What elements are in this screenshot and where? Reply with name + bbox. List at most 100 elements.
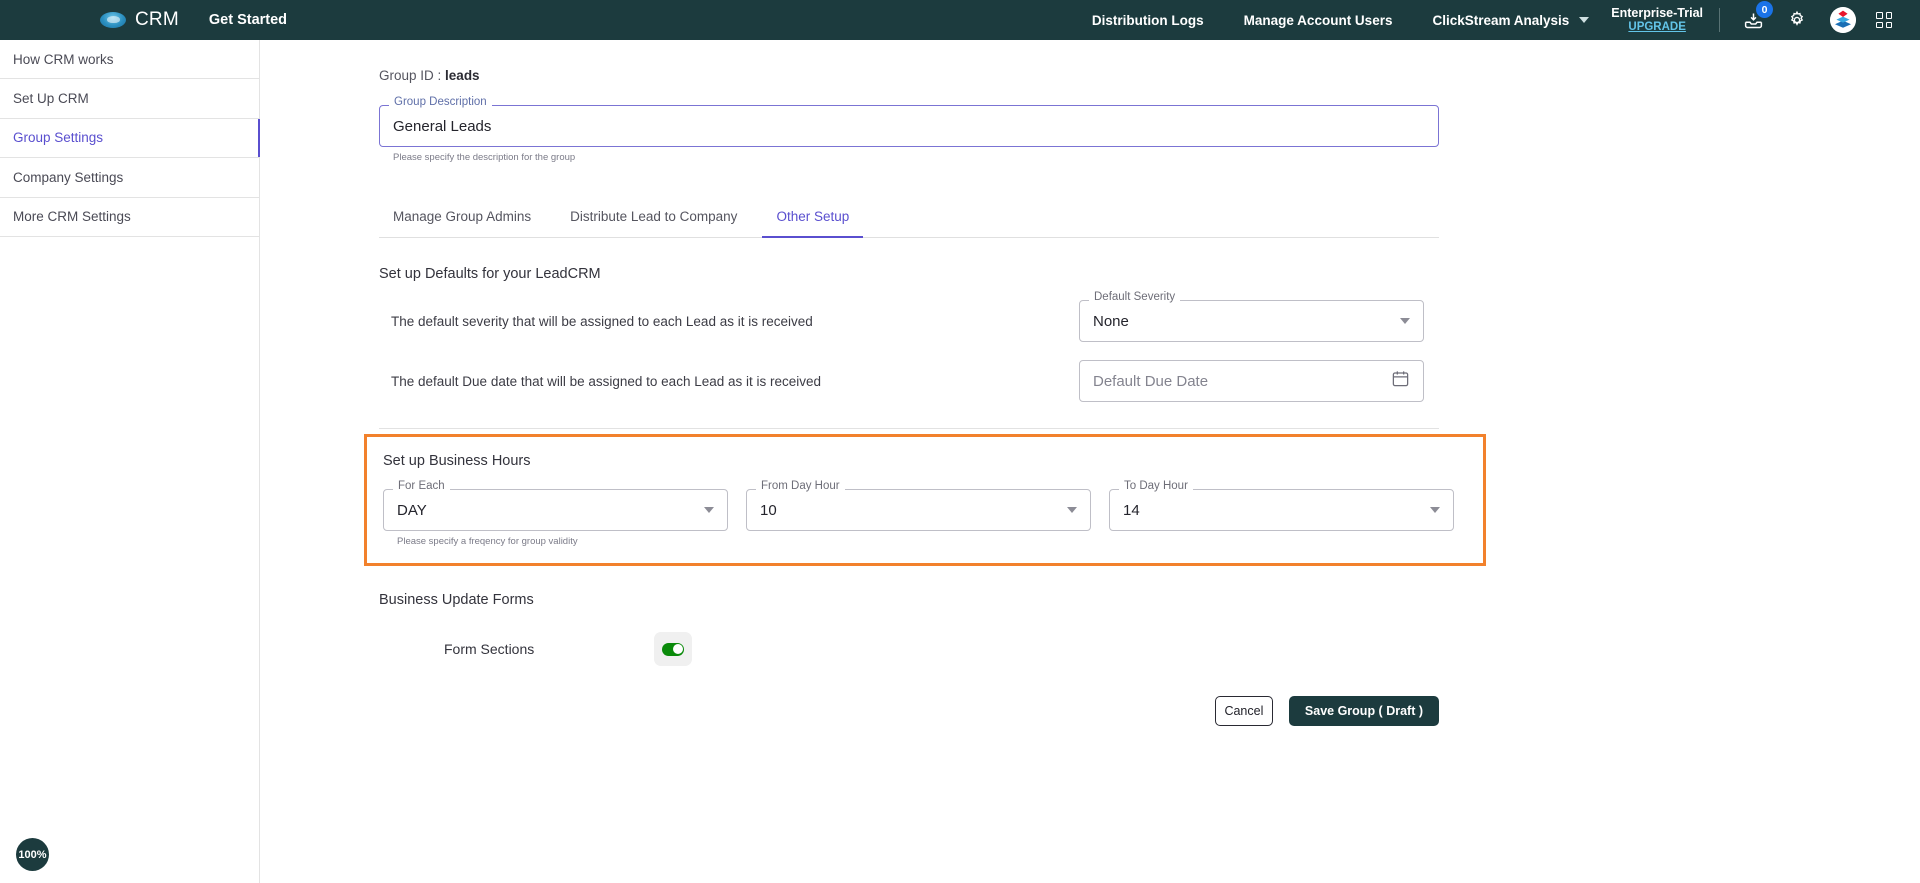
business-hours-title: Set up Business Hours xyxy=(383,453,531,469)
chevron-down-icon[interactable] xyxy=(1430,507,1440,513)
form-sections-toggle[interactable] xyxy=(654,632,692,666)
toggle-knob xyxy=(672,644,683,654)
defaults-section-title: Set up Defaults for your LeadCRM xyxy=(379,266,601,282)
plan-name: Enterprise-Trial xyxy=(1611,6,1703,21)
sidebar-item-label: How CRM works xyxy=(13,51,114,67)
default-severity-value: None xyxy=(1093,312,1129,330)
from-day-hour-field[interactable]: From Day Hour 10 xyxy=(746,480,1091,531)
to-day-hour-value: 14 xyxy=(1123,501,1140,519)
tab-bar: Manage Group Admins Distribute Lead to C… xyxy=(379,209,1439,238)
default-severity-control: Default Severity None xyxy=(1079,291,1424,342)
left-sidebar: How CRM works Set Up CRM Group Settings … xyxy=(0,40,260,883)
from-day-hour-select[interactable]: 10 xyxy=(746,489,1091,531)
business-hours-fields: For Each DAY Please specify a freqency f… xyxy=(383,480,1483,547)
to-day-hour-select[interactable]: 14 xyxy=(1109,489,1454,531)
main-content: Group ID : leads Group Description Gener… xyxy=(260,40,1920,883)
to-day-hour-label: To Day Hour xyxy=(1119,480,1193,493)
for-each-helper: Please specify a freqency for group vali… xyxy=(397,536,578,547)
brand-block[interactable]: CRM xyxy=(100,9,179,31)
get-started-link[interactable]: Get Started xyxy=(209,12,287,28)
default-due-date-row: The default Due date that will be assign… xyxy=(379,360,1439,402)
chevron-down-icon[interactable] xyxy=(1579,17,1590,23)
business-update-forms-title: Business Update Forms xyxy=(379,592,534,608)
form-sections-row: Form Sections xyxy=(379,632,1920,666)
header-divider xyxy=(1719,8,1720,32)
nav-manage-account-users[interactable]: Manage Account Users xyxy=(1244,13,1393,28)
chevron-down-icon[interactable] xyxy=(704,507,714,513)
zoom-level-badge[interactable]: 100% xyxy=(16,838,49,871)
sidebar-item-how-crm-works[interactable]: How CRM works xyxy=(0,40,259,80)
inbox-download-icon[interactable]: 0 xyxy=(1742,1,1773,31)
chevron-down-icon[interactable] xyxy=(1067,507,1077,513)
group-id-label: Group ID : xyxy=(379,68,442,83)
from-day-hour-value: 10 xyxy=(760,501,777,519)
sidebar-item-set-up-crm[interactable]: Set Up CRM xyxy=(0,79,259,119)
section-divider xyxy=(379,428,1439,429)
default-due-date-description: The default Due date that will be assign… xyxy=(391,373,822,389)
cancel-button[interactable]: Cancel xyxy=(1214,696,1273,726)
tab-distribute-lead-to-company[interactable]: Distribute Lead to Company xyxy=(556,209,751,237)
group-id-value: leads xyxy=(445,68,480,83)
apps-grid-cell xyxy=(1885,12,1892,19)
for-each-value: DAY xyxy=(397,501,427,519)
group-description-input[interactable]: General Leads xyxy=(379,105,1439,147)
for-each-label: For Each xyxy=(393,480,450,493)
default-due-date-placeholder: Default Due Date xyxy=(1093,372,1209,390)
sidebar-item-label: Group Settings xyxy=(13,130,104,146)
sidebar-item-label: Company Settings xyxy=(13,169,124,185)
group-description-field[interactable]: Group Description General Leads xyxy=(379,96,1439,147)
group-description-value: General Leads xyxy=(393,117,492,135)
group-description-label: Group Description xyxy=(389,96,492,109)
nav-distribution-logs[interactable]: Distribution Logs xyxy=(1092,13,1204,28)
apps-grid-icon[interactable] xyxy=(1876,12,1892,28)
form-sections-label: Form Sections xyxy=(444,641,535,657)
sidebar-item-company-settings[interactable]: Company Settings xyxy=(0,158,259,198)
plan-block: Enterprise-Trial UPGRADE xyxy=(1611,6,1703,34)
tab-label: Manage Group Admins xyxy=(393,209,532,224)
top-nav-right: Distribution Logs Manage Account Users C… xyxy=(1092,0,1920,40)
to-day-hour-field[interactable]: To Day Hour 14 xyxy=(1109,480,1454,531)
save-group-draft-button[interactable]: Save Group ( Draft ) xyxy=(1288,696,1439,726)
tab-manage-group-admins[interactable]: Manage Group Admins xyxy=(379,209,545,237)
default-severity-select[interactable]: None xyxy=(1079,300,1424,342)
sidebar-item-more-crm-settings[interactable]: More CRM Settings xyxy=(0,198,259,237)
apps-grid-cell xyxy=(1885,21,1892,28)
nav-clickstream-analysis[interactable]: ClickStream Analysis xyxy=(1432,13,1569,28)
group-description-field-wrap: Group Description General Leads Please s… xyxy=(379,96,1439,163)
apps-grid-cell xyxy=(1876,21,1883,28)
default-due-date-control: Default Due Date xyxy=(1079,360,1424,402)
tab-other-setup[interactable]: Other Setup xyxy=(762,209,864,238)
apps-grid-cell xyxy=(1876,12,1883,19)
gear-icon[interactable] xyxy=(1786,9,1808,31)
tab-label: Other Setup xyxy=(776,209,850,224)
app-avatar-icon[interactable] xyxy=(1830,7,1856,33)
group-id: Group ID : leads xyxy=(379,68,1920,83)
group-description-helper: Please specify the description for the g… xyxy=(393,152,576,163)
sidebar-item-group-settings[interactable]: Group Settings xyxy=(0,118,260,159)
default-due-date-field[interactable]: Default Due Date xyxy=(1079,360,1424,402)
form-actions: Cancel Save Group ( Draft ) xyxy=(379,696,1439,726)
chevron-down-icon[interactable] xyxy=(1400,318,1410,324)
sidebar-item-label: More CRM Settings xyxy=(13,209,131,225)
defaults-section: The default severity that will be assign… xyxy=(379,291,1439,402)
toggle-track xyxy=(662,642,684,656)
default-severity-field[interactable]: Default Severity None xyxy=(1079,291,1424,342)
default-due-date-input[interactable]: Default Due Date xyxy=(1079,360,1424,402)
tab-label: Distribute Lead to Company xyxy=(570,209,738,224)
from-day-hour-label: From Day Hour xyxy=(756,480,845,493)
sidebar-item-label: Set Up CRM xyxy=(13,91,89,107)
for-each-select[interactable]: DAY xyxy=(383,489,728,531)
for-each-field[interactable]: For Each DAY xyxy=(383,480,728,531)
business-hours-section: Set up Business Hours For Each DAY Pleas… xyxy=(364,434,1486,566)
from-day-hour-field-wrap: From Day Hour 10 xyxy=(746,480,1091,547)
calendar-icon[interactable] xyxy=(1391,369,1410,393)
page-body: How CRM works Set Up CRM Group Settings … xyxy=(0,40,1920,883)
brand-name: CRM xyxy=(135,9,179,30)
cloud-logo-icon xyxy=(100,12,126,28)
top-navigation-bar: CRM Get Started Distribution Logs Manage… xyxy=(0,0,1920,40)
default-severity-description: The default severity that will be assign… xyxy=(391,313,813,329)
default-severity-label: Default Severity xyxy=(1089,291,1181,304)
inbox-count-badge: 0 xyxy=(1756,1,1773,18)
default-severity-row: The default severity that will be assign… xyxy=(379,291,1439,342)
upgrade-link[interactable]: UPGRADE xyxy=(1628,21,1686,34)
